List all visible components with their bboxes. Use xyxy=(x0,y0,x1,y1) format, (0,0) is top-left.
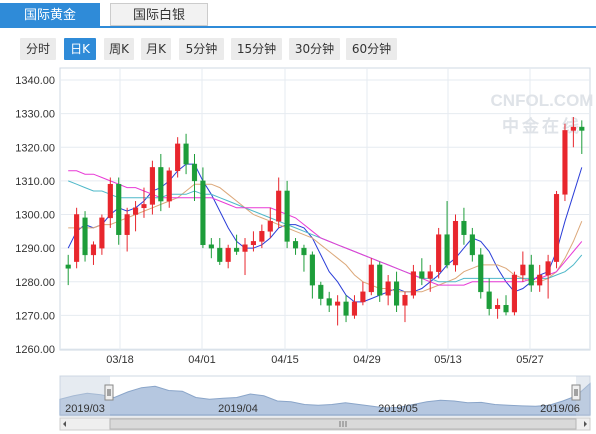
x-axis: 03/18 04/01 04/15 04/29 05/13 05/27 xyxy=(106,354,544,366)
x-tick-label: 04/29 xyxy=(353,354,381,366)
y-tick-label: 1290.00 xyxy=(15,243,55,255)
x-tick-label: 05/27 xyxy=(516,354,544,366)
candle xyxy=(452,214,459,272)
candle xyxy=(74,207,80,269)
candle xyxy=(284,180,290,249)
x-tick-label: 04/15 xyxy=(271,354,299,366)
watermark-brand: CNFOL.COM xyxy=(491,91,594,110)
candle xyxy=(562,123,568,202)
candle xyxy=(511,271,518,316)
candle xyxy=(436,227,442,279)
navigator-frame xyxy=(59,375,591,417)
y-tick-label: 1310.00 xyxy=(15,176,55,188)
y-tick-label: 1280.00 xyxy=(15,277,55,289)
scrollbar-track[interactable] xyxy=(59,417,591,431)
candlestick-chart[interactable]: 1340.00 1330.00 1320.00 1310.00 1300.00 1290.… xyxy=(0,0,596,370)
navigator-area xyxy=(59,382,591,416)
x-tick-label: 05/13 xyxy=(434,354,462,366)
navigator-right-handle[interactable] xyxy=(571,384,581,401)
x-tick-label: 03/18 xyxy=(106,354,134,366)
navigator-right-mask xyxy=(576,376,590,416)
watermark-cn: 中金在线 xyxy=(502,116,582,137)
candle xyxy=(116,177,122,245)
candle xyxy=(478,248,484,299)
y-tick-label: 1330.00 xyxy=(15,109,55,121)
navigator-label: 2019/04 xyxy=(218,403,258,415)
y-tick-label: 1300.00 xyxy=(15,210,55,222)
scrollbar-grip-icon xyxy=(339,421,347,427)
scroll-left-arrow-icon[interactable] xyxy=(63,421,66,427)
navigator-label: 2019/06 xyxy=(540,403,580,415)
navigator-label: 2019/03 xyxy=(65,403,105,415)
navigator-label: 2019/05 xyxy=(378,403,418,415)
y-tick-label: 1320.00 xyxy=(15,142,55,154)
y-axis: 1340.00 1330.00 1320.00 1310.00 1300.00 1290.… xyxy=(15,75,55,356)
y-tick-label: 1340.00 xyxy=(15,75,55,87)
plot-area xyxy=(59,67,591,351)
candle xyxy=(553,190,560,269)
x-tick-label: 04/01 xyxy=(188,354,216,366)
scrollbar-thumb[interactable] xyxy=(109,418,577,430)
candle xyxy=(82,211,88,262)
y-tick-label: 1260.00 xyxy=(15,344,55,356)
navigator-left-mask xyxy=(60,376,110,416)
navigator-labels: 2019/03 2019/04 2019/05 2019/06 xyxy=(65,403,580,415)
y-tick-label: 1270.00 xyxy=(15,310,55,322)
scroll-right-arrow-icon[interactable] xyxy=(584,421,587,427)
navigator-left-handle[interactable] xyxy=(104,384,114,401)
